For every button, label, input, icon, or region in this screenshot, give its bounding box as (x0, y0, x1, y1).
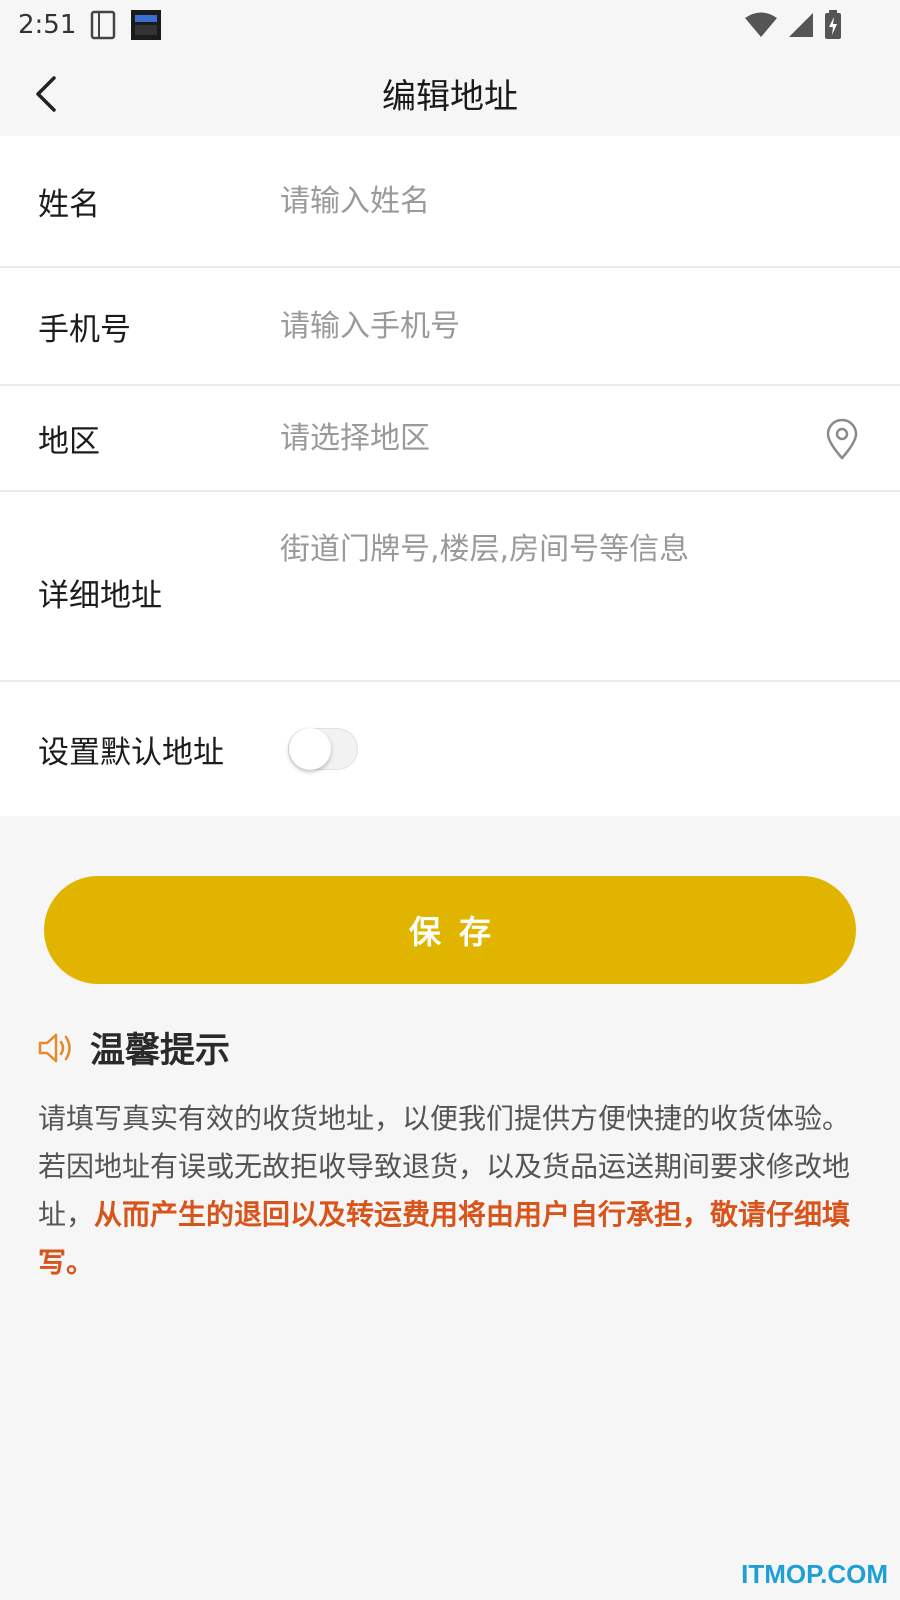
detail-address-label: 详细地址 (38, 578, 162, 614)
default-address-label: 设置默认地址 (38, 734, 224, 771)
status-time: 2:51 (18, 10, 77, 40)
cellular-signal-icon (789, 13, 813, 37)
save-button[interactable]: 保存 (44, 876, 856, 984)
tip-title: 温馨提示 (90, 1031, 231, 1071)
detail-address-row: 详细地址 (0, 492, 900, 682)
address-form: 姓名 手机号 地区 详细地址 设置默认地址 (0, 136, 900, 816)
battery-icon (825, 10, 841, 39)
sim-card-icon (91, 10, 116, 40)
back-chevron-icon[interactable] (28, 72, 68, 116)
page-title: 编辑地址 (382, 76, 518, 117)
name-row: 姓名 (0, 136, 900, 268)
phone-label: 手机号 (38, 311, 131, 348)
name-label: 姓名 (38, 186, 100, 223)
region-selector[interactable] (278, 419, 900, 457)
nav-bar: 编辑地址 (0, 50, 900, 136)
wifi-icon (745, 12, 777, 37)
tip-header: 温馨提示 (38, 1022, 900, 1073)
location-pin-icon[interactable] (822, 418, 862, 460)
region-label: 地区 (38, 423, 100, 460)
status-bar: 2:51 (0, 0, 900, 50)
detail-address-input[interactable] (278, 526, 900, 650)
tip-body: 请填写真实有效的收货地址，以便我们提供方便快捷的收货体验。若因地址有误或无故拒收… (38, 1095, 856, 1287)
phone-input[interactable] (278, 307, 900, 345)
tip-highlight-text: 从而产生的退回以及转运费用将由用户自行承担，敬请仔细填写。 (38, 1198, 851, 1279)
app-notification-icon (131, 10, 162, 40)
toggle-knob (289, 728, 331, 770)
phone-row: 手机号 (0, 268, 900, 386)
name-input[interactable] (278, 182, 900, 220)
watermark: ITMOP.COM (741, 1559, 888, 1589)
speaker-icon (38, 1033, 71, 1062)
region-row[interactable]: 地区 (0, 386, 900, 492)
status-left: 2:51 (18, 9, 162, 41)
default-address-toggle[interactable] (288, 728, 358, 770)
default-address-row: 设置默认地址 (0, 682, 900, 816)
status-right (744, 10, 882, 40)
